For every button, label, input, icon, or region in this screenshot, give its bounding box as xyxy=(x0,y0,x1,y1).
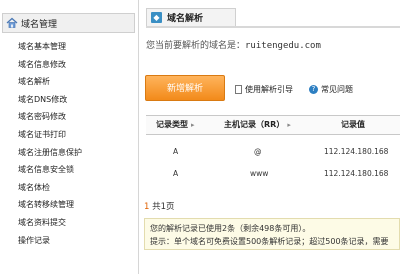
sidebar-item-checkup[interactable]: 域名体检 xyxy=(0,179,138,197)
guide-link[interactable]: 使用解析引导 xyxy=(235,84,293,95)
pager-total: 共1页 xyxy=(152,202,175,212)
records-table: 记录类型 ▸ 主机记录（RR） ▸ 记录值 A @ 112.124.180.168 … xyxy=(146,115,400,185)
sidebar-item-info-edit[interactable]: 域名信息修改 xyxy=(0,56,138,74)
tab-divider xyxy=(146,26,400,28)
dns-icon: ◆ xyxy=(151,12,162,23)
cell-host: www xyxy=(250,169,269,178)
add-record-button[interactable]: 新增解析 xyxy=(145,75,225,101)
guide-link-label: 使用解析引导 xyxy=(245,85,293,94)
table-header: 记录类型 ▸ 主机记录（RR） ▸ 记录值 xyxy=(146,116,400,135)
sidebar-item-privacy[interactable]: 域名注册信息保护 xyxy=(0,144,138,162)
column-header-value[interactable]: 记录值 xyxy=(341,116,365,134)
column-header-type-label: 记录类型 xyxy=(156,120,188,129)
sidebar-item-transfer[interactable]: 域名转移续管理 xyxy=(0,196,138,214)
column-separator-icon: ▸ xyxy=(191,121,195,129)
pager: 1 共1页 xyxy=(144,200,175,212)
column-header-host[interactable]: 主机记录（RR） ▸ xyxy=(224,116,291,134)
help-icon: ? xyxy=(309,85,318,94)
tab-dns-resolve[interactable]: ◆ 域名解析 xyxy=(146,8,236,26)
cell-type: A xyxy=(173,169,179,178)
faq-link-label: 常见问题 xyxy=(321,85,353,94)
sidebar-item-password[interactable]: 域名密码修改 xyxy=(0,108,138,126)
current-domain-label: 您当前要解析的域名是： xyxy=(146,41,246,51)
sidebar-item-documents[interactable]: 域名资料提交 xyxy=(0,214,138,232)
sidebar-item-log[interactable]: 操作记录 xyxy=(0,232,138,250)
sidebar: 域名管理 域名基本管理 域名信息修改 域名解析 域名DNS修改 域名密码修改 域… xyxy=(0,0,139,274)
notice-tip: 提示：单个域名可免费设置500条解析记录；超过500条记录，需要 xyxy=(150,237,389,246)
sidebar-item-certificate[interactable]: 域名证书打印 xyxy=(0,126,138,144)
sidebar-item-security-lock[interactable]: 域名信息安全锁 xyxy=(0,161,138,179)
home-icon xyxy=(6,17,18,28)
cell-type: A xyxy=(173,147,179,156)
document-icon xyxy=(235,85,242,94)
notice-usage: 您的解析记录已使用2条（剩余498条可用）。 xyxy=(150,224,311,233)
page: 域名管理 域名基本管理 域名信息修改 域名解析 域名DNS修改 域名密码修改 域… xyxy=(0,0,400,274)
cell-value: 112.124.180.168 xyxy=(324,147,389,156)
tab-label: 域名解析 xyxy=(167,14,204,24)
table-row[interactable]: A www 112.124.180.168 xyxy=(146,163,400,185)
column-separator-icon: ▸ xyxy=(287,121,291,129)
notice-box: 您的解析记录已使用2条（剩余498条可用）。 提示：单个域名可免费设置500条解… xyxy=(144,218,400,250)
sidebar-item-dns-resolve[interactable]: 域名解析 xyxy=(0,73,138,91)
sidebar-item-dns-modify[interactable]: 域名DNS修改 xyxy=(0,91,138,109)
cell-host: @ xyxy=(254,147,262,156)
column-header-type[interactable]: 记录类型 ▸ xyxy=(156,116,195,134)
faq-link[interactable]: ? 常见问题 xyxy=(309,84,353,95)
sidebar-header[interactable]: 域名管理 xyxy=(2,13,135,33)
current-domain: 您当前要解析的域名是：ruitengedu.com xyxy=(146,38,321,51)
main-panel: ◆ 域名解析 您当前要解析的域名是：ruitengedu.com 新增解析 使用… xyxy=(139,0,400,274)
table-row[interactable]: A @ 112.124.180.168 xyxy=(146,141,400,163)
sidebar-list: 域名基本管理 域名信息修改 域名解析 域名DNS修改 域名密码修改 域名证书打印… xyxy=(0,38,138,249)
column-header-host-label: 主机记录（RR） xyxy=(224,120,285,129)
pager-current-page[interactable]: 1 xyxy=(144,202,149,212)
sidebar-item-basic[interactable]: 域名基本管理 xyxy=(0,38,138,56)
cell-value: 112.124.180.168 xyxy=(324,169,389,178)
sidebar-title: 域名管理 xyxy=(21,19,58,30)
current-domain-value: ruitengedu.com xyxy=(245,41,321,51)
